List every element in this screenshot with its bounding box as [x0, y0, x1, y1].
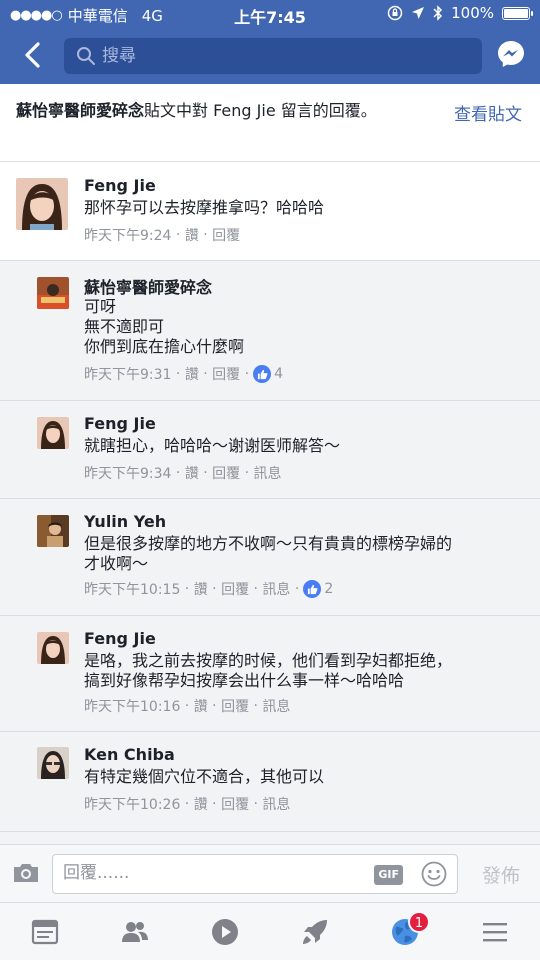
comment-timestamp: 昨天下午9:24: [84, 228, 172, 244]
like-action[interactable]: 讚: [185, 364, 199, 384]
comment-timestamp: 昨天下午10:16: [84, 699, 181, 715]
page-name-link[interactable]: 蘇怡寧醫師愛碎念: [16, 101, 144, 120]
thumbs-up-icon: [303, 580, 322, 598]
avatar[interactable]: [37, 632, 69, 664]
message-action[interactable]: 訊息: [262, 579, 290, 599]
comment-text: 那怀孕可以去按摩推拿吗？哈哈哈: [84, 198, 325, 217]
reply-action[interactable]: 回覆: [212, 364, 240, 384]
message-action[interactable]: 訊息: [262, 696, 290, 716]
back-arrow-icon[interactable]: [18, 38, 50, 72]
avatar[interactable]: [37, 747, 69, 779]
avatar[interactable]: [16, 178, 68, 230]
top-bar: ●●●●○ 中華電信 4G 上午7:45 100%: [0, 0, 540, 84]
menu-icon[interactable]: [480, 917, 510, 947]
reply-item: Yulin Yeh 但是很多按摩的地方不收啊～只有貴貴的標榜孕婦的 才收啊～ 昨…: [0, 499, 540, 616]
reply-action[interactable]: 回覆: [221, 579, 249, 599]
battery-icon: [502, 6, 533, 20]
camera-icon[interactable]: [12, 861, 40, 885]
comment-text: 是咯，我之前去按摩的时候，他们看到孕妇都拒绝， 搞到好像帮孕妇按摩会出什么事一样…: [84, 651, 453, 690]
view-post-link[interactable]: 查看貼文: [454, 100, 522, 125]
explore-icon[interactable]: [300, 917, 330, 947]
post-context-description: 蘇怡寧醫師愛碎念貼文中對 Feng Jie 留言的回覆。: [16, 100, 426, 122]
comment-timestamp: 昨天下午9:34: [84, 466, 172, 482]
notification-count-badge: 1: [408, 911, 430, 933]
reply-action[interactable]: 回覆: [212, 225, 240, 245]
search-bar[interactable]: [64, 38, 482, 74]
location-icon: [412, 7, 425, 19]
search-icon: [77, 47, 95, 65]
post-context-header: 蘇怡寧醫師愛碎念貼文中對 Feng Jie 留言的回覆。 查看貼文: [0, 84, 540, 162]
battery-percentage: 100%: [451, 4, 494, 22]
like-count[interactable]: 4: [253, 365, 283, 383]
avatar[interactable]: [37, 515, 69, 547]
reply-item: 蘇怡寧醫師愛碎念 可呀 無不適即可 你們到底在擔心什麼啊 昨天下午9:31 · …: [0, 261, 540, 401]
emoji-icon[interactable]: [421, 861, 447, 887]
comment-timestamp: 昨天下午10:26: [84, 797, 181, 813]
comment-meta: 昨天下午9:24 · 讚 · 回覆: [84, 225, 241, 245]
comment-meta: 昨天下午10:16 · 讚 · 回覆 · 訊息: [84, 696, 291, 716]
like-action[interactable]: 讚: [194, 794, 208, 814]
gif-button[interactable]: GIF: [374, 865, 403, 885]
like-action[interactable]: 讚: [194, 696, 208, 716]
comment-timestamp: 昨天下午9:31: [84, 367, 172, 383]
comment-author[interactable]: Yulin Yeh: [84, 512, 166, 531]
comment-author[interactable]: 蘇怡寧醫師愛碎念: [84, 274, 212, 298]
reply-action[interactable]: 回覆: [221, 794, 249, 814]
comment-meta: 昨天下午10:26 · 讚 · 回覆 · 訊息: [84, 794, 291, 814]
comment-text: 但是很多按摩的地方不收啊～只有貴貴的標榜孕婦的 才收啊～: [84, 534, 453, 573]
reply-item: Ken Chiba 有特定幾個穴位不適合，其他可以 昨天下午10:26 · 讚 …: [0, 732, 540, 832]
comment-meta: 昨天下午9:31 · 讚 · 回覆 · 4: [84, 364, 283, 384]
thumbs-up-icon: [253, 365, 272, 383]
messenger-icon[interactable]: [496, 39, 526, 69]
bluetooth-icon: [433, 5, 443, 21]
search-input[interactable]: [102, 46, 472, 66]
reply-item: Feng Jie 是咯，我之前去按摩的时候，他们看到孕妇都拒绝， 搞到好像帮孕妇…: [0, 616, 540, 732]
reply-composer: GIF 發佈: [0, 844, 540, 902]
comment-meta: 昨天下午9:34 · 讚 · 回覆 · 訊息: [84, 463, 282, 483]
reply-item: Feng Jie 就瞎担心，哈哈哈～谢谢医师解答～ 昨天下午9:34 · 讚 ·…: [0, 401, 540, 499]
reply-input[interactable]: [63, 863, 363, 883]
orientation-lock-icon: [387, 5, 403, 21]
message-action[interactable]: 訊息: [254, 463, 282, 483]
comment-author[interactable]: Feng Jie: [84, 176, 156, 195]
comment-text: 有特定幾個穴位不適合，其他可以: [84, 767, 325, 786]
comment-item: Feng Jie 那怀孕可以去按摩推拿吗？哈哈哈 昨天下午9:24 · 讚 · …: [0, 162, 540, 261]
like-count-value: 2: [324, 581, 334, 597]
comment-author[interactable]: Ken Chiba: [84, 745, 175, 764]
comment-author[interactable]: Feng Jie: [84, 414, 156, 433]
navigation-bar: [0, 28, 540, 84]
reply-input-box[interactable]: GIF: [52, 854, 458, 894]
reply-action[interactable]: 回覆: [212, 463, 240, 483]
post-button[interactable]: 發佈: [482, 861, 520, 888]
reply-action[interactable]: 回覆: [221, 696, 249, 716]
like-action[interactable]: 讚: [185, 463, 199, 483]
news-feed-icon[interactable]: [30, 917, 60, 947]
post-context-text: 貼文中對 Feng Jie 留言的回覆。: [144, 101, 377, 120]
comment-meta: 昨天下午10:15 · 讚 · 回覆 · 訊息 · 2: [84, 579, 334, 599]
like-count-value: 4: [274, 366, 283, 382]
comment-author[interactable]: Feng Jie: [84, 629, 156, 648]
friends-icon[interactable]: [120, 917, 150, 947]
like-action[interactable]: 讚: [185, 225, 199, 245]
status-bar: ●●●●○ 中華電信 4G 上午7:45 100%: [0, 0, 540, 28]
bottom-tab-bar: 1: [0, 902, 540, 960]
video-icon[interactable]: [210, 917, 240, 947]
avatar[interactable]: [37, 277, 69, 309]
comment-timestamp: 昨天下午10:15: [84, 582, 181, 598]
message-action[interactable]: 訊息: [262, 794, 290, 814]
comment-text: 就瞎担心，哈哈哈～谢谢医师解答～: [84, 436, 341, 455]
avatar[interactable]: [37, 417, 69, 449]
like-count[interactable]: 2: [303, 580, 333, 598]
comment-text: 可呀 無不適即可 你們到底在擔心什麼啊: [84, 297, 245, 356]
like-action[interactable]: 讚: [194, 579, 208, 599]
